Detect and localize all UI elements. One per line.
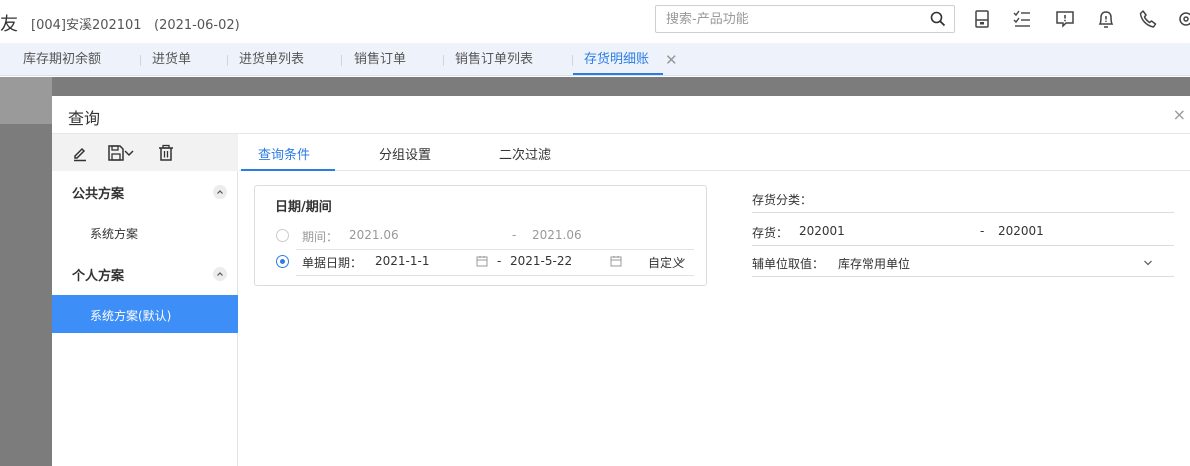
- tab-purchase-receipt[interactable]: 进货单: [152, 43, 191, 76]
- document-date-from[interactable]: 2021-1-1: [375, 254, 429, 268]
- date-section-title: 日期/期间: [275, 200, 332, 215]
- settings-icon[interactable]: [1176, 9, 1190, 29]
- account-info[interactable]: [004]安溪202101 (2021-06-02): [31, 14, 240, 33]
- period-from[interactable]: 2021.06: [349, 228, 399, 242]
- scheme-item-system-default[interactable]: 系统方案(默认): [52, 295, 238, 333]
- tab-group-settings[interactable]: 分组设置: [379, 144, 431, 163]
- dialog-title: 查询: [68, 109, 101, 128]
- brand-logo-text: 友: [0, 14, 18, 35]
- save-file-icon[interactable]: [972, 9, 992, 29]
- delete-icon[interactable]: [157, 144, 175, 162]
- aux-unit-value: 库存常用单位: [838, 257, 911, 271]
- background-panel: [0, 77, 52, 124]
- tab-secondary-filter[interactable]: 二次过滤: [499, 144, 551, 163]
- message-icon[interactable]: [1055, 9, 1075, 29]
- document-date-to[interactable]: 2021-5-22: [510, 254, 572, 268]
- scheme-toolbar: [52, 134, 238, 171]
- personal-scheme-group[interactable]: 个人方案: [52, 254, 238, 292]
- chevron-down-icon[interactable]: [1143, 258, 1153, 268]
- scheme-item-system[interactable]: 系统方案: [52, 213, 238, 251]
- product-search-box: [655, 5, 955, 33]
- inventory-range-field: 存货： 202001 - 202001: [752, 217, 1174, 246]
- tab-sales-order-list[interactable]: 销售订单列表: [455, 43, 533, 76]
- save-icon[interactable]: [107, 144, 125, 162]
- chevron-up-icon[interactable]: [213, 267, 227, 281]
- period-radio[interactable]: [276, 229, 289, 242]
- calendar-icon[interactable]: [610, 255, 622, 267]
- document-date-row: 单据日期： 2021-1-1 - 2021-5-22 自定义: [269, 248, 694, 276]
- top-header: 友 [004]安溪202101 (2021-06-02): [0, 0, 1190, 43]
- public-scheme-group[interactable]: 公共方案: [52, 172, 238, 210]
- phone-icon[interactable]: [1138, 9, 1158, 29]
- tab-opening-balance[interactable]: 库存期初余额: [23, 43, 101, 76]
- tab-divider: [140, 55, 141, 66]
- tab-divider: [341, 55, 342, 66]
- active-tab-indicator: [241, 169, 335, 171]
- scheme-panel: 公共方案 系统方案 个人方案 系统方案(默认): [52, 134, 238, 466]
- query-dialog: 查询 × 公共方案 系统方案 个人方案 系统方案(默认) 查询条件 分组设置 二…: [52, 96, 1190, 466]
- tab-divider: [572, 55, 573, 66]
- aux-unit-select[interactable]: 辅单位取值： 库存常用单位: [752, 248, 1174, 277]
- period-row: 期间： 2021.06 - 2021.06: [269, 222, 694, 250]
- tab-divider: [227, 55, 228, 66]
- edit-icon[interactable]: [71, 144, 89, 162]
- inventory-to-input[interactable]: 202001: [998, 224, 1044, 238]
- page-tab-bar: 库存期初余额 进货单 进货单列表 销售订单 销售订单列表 存货明细账: [0, 43, 1190, 76]
- tab-inventory-detail-ledger[interactable]: 存货明细账: [572, 43, 664, 76]
- bell-icon[interactable]: [1096, 9, 1116, 29]
- inventory-category-field[interactable]: 存货分类：: [752, 184, 1174, 213]
- dialog-close-icon[interactable]: ×: [1173, 105, 1186, 124]
- checklist-icon[interactable]: [1012, 9, 1032, 29]
- search-icon[interactable]: [930, 11, 946, 27]
- tab-divider: [443, 55, 444, 66]
- chevron-down-icon[interactable]: [676, 256, 686, 266]
- tab-sales-order[interactable]: 销售订单: [354, 43, 406, 76]
- tab-query-conditions[interactable]: 查询条件: [258, 144, 310, 163]
- tab-purchase-receipt-list[interactable]: 进货单列表: [239, 43, 304, 76]
- tab-close-icon[interactable]: ✕: [665, 53, 678, 68]
- document-date-radio[interactable]: [276, 255, 289, 268]
- calendar-icon[interactable]: [476, 255, 488, 267]
- query-subtabs: 查询条件 分组设置 二次过滤: [239, 134, 1190, 171]
- inventory-from-input[interactable]: 202001: [799, 224, 845, 238]
- period-to[interactable]: 2021.06: [532, 228, 582, 242]
- product-search-input[interactable]: [656, 6, 926, 32]
- chevron-up-icon[interactable]: [213, 185, 227, 199]
- date-period-section: 日期/期间 期间： 2021.06 - 2021.06 单据日期： 2021-1…: [254, 185, 707, 286]
- chevron-down-icon[interactable]: [124, 144, 134, 162]
